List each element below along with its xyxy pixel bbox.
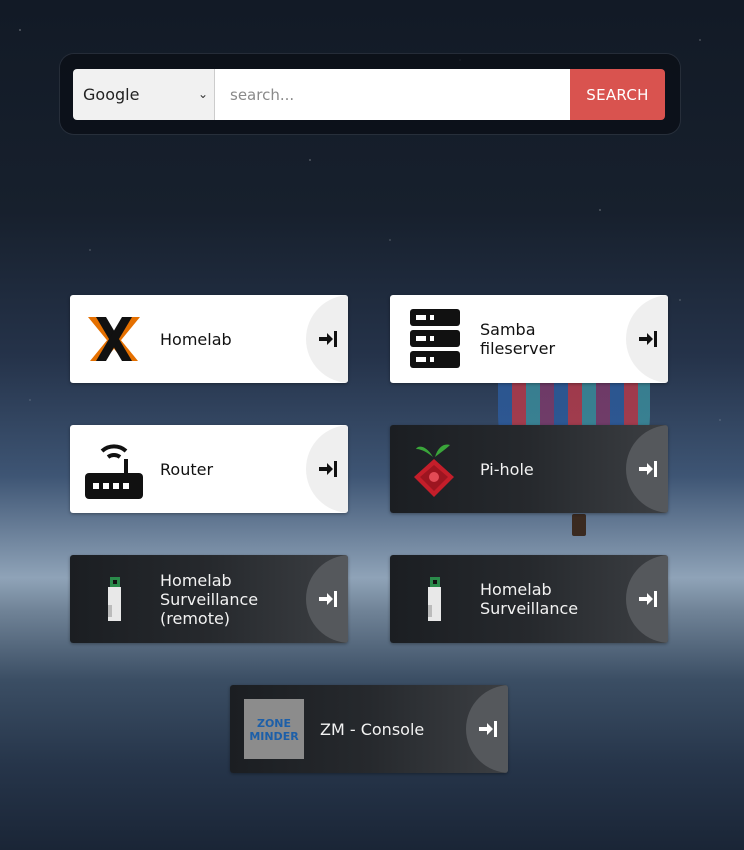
search-button[interactable]: SEARCH	[570, 69, 665, 120]
tile-samba-label-line2: fileserver	[480, 339, 556, 358]
tile-surveillance-remote[interactable]: Homelab Surveillance (remote)	[70, 555, 348, 643]
sign-in-arrow-icon	[639, 331, 657, 347]
tile-pihole[interactable]: Pi-hole	[390, 425, 668, 513]
router-icon	[85, 444, 143, 499]
balloon-basket-image	[572, 514, 586, 536]
tile-surveillance-remote-label: Homelab Surveillance (remote)	[160, 555, 310, 643]
sign-in-arrow-icon	[479, 721, 497, 737]
sign-in-arrow-icon	[639, 461, 657, 477]
pihole-icon	[414, 444, 454, 497]
tile-samba-fileserver[interactable]: Samba fileserver	[390, 295, 668, 383]
search-engine-value: Google	[83, 85, 140, 104]
tile-homelab[interactable]: Homelab	[70, 295, 348, 383]
tile-router[interactable]: Router	[70, 425, 348, 513]
search-input[interactable]	[215, 69, 571, 120]
zoneminder-logo-icon: ZONE MINDER	[244, 699, 304, 759]
tile-pihole-label: Pi-hole	[480, 459, 534, 479]
tile-surveillance[interactable]: Homelab Surveillance	[390, 555, 668, 643]
tile-surveillance-remote-label-line2: Surveillance	[160, 589, 259, 609]
tile-surveillance-remote-label-line3: (remote)	[160, 608, 231, 628]
tile-samba-label-line1: Samba	[480, 320, 536, 339]
tile-zm-console-label: ZM - Console	[320, 719, 425, 739]
tile-surveillance-label-line2: Surveillance	[480, 599, 579, 618]
raspberry-pi-camera-icon	[108, 577, 121, 621]
proxmox-icon	[88, 317, 140, 361]
tile-samba-label: Samba fileserver	[480, 295, 630, 383]
tile-homelab-label: Homelab	[160, 329, 232, 349]
sign-in-arrow-icon	[319, 591, 337, 607]
sign-in-arrow-icon	[319, 331, 337, 347]
sign-in-arrow-icon	[319, 461, 337, 477]
search-engine-select[interactable]: Google ⌄	[73, 69, 215, 120]
tile-surveillance-remote-label-line1: Homelab	[160, 570, 232, 590]
chevron-down-icon: ⌄	[197, 87, 208, 101]
server-rack-icon	[410, 309, 460, 368]
tile-surveillance-label-line1: Homelab	[480, 580, 552, 599]
zm-logo-text-2: MINDER	[249, 730, 299, 743]
tile-router-label: Router	[160, 459, 214, 479]
zm-logo-text-1: ZONE	[257, 717, 291, 730]
sign-in-arrow-icon	[639, 591, 657, 607]
tile-zm-console[interactable]: ZONE MINDER ZM - Console	[230, 685, 508, 773]
raspberry-pi-camera-icon	[428, 577, 441, 621]
tile-surveillance-label: Homelab Surveillance	[480, 555, 630, 643]
